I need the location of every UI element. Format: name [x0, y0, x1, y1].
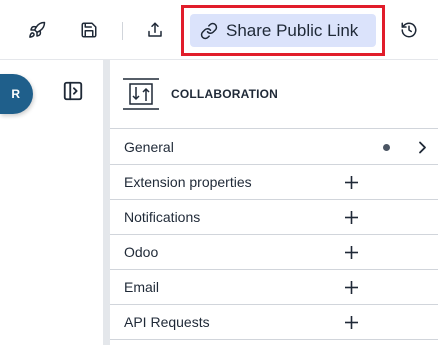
section-label: Email — [124, 279, 160, 295]
section-notifications[interactable]: Notifications — [110, 200, 438, 235]
panel-header: COLLABORATION — [110, 60, 438, 129]
toolbar-divider — [122, 22, 123, 40]
top-toolbar: Share Public Link — [0, 0, 438, 60]
panel-toggle-icon[interactable] — [62, 80, 84, 102]
plus-icon[interactable] — [345, 246, 358, 259]
share-public-link-button[interactable]: Share Public Link — [190, 14, 376, 47]
section-email[interactable]: Email — [110, 270, 438, 305]
status-dot-icon — [383, 144, 390, 151]
gateway-icon — [123, 78, 159, 110]
history-icon — [401, 22, 417, 38]
section-label: Notifications — [124, 209, 201, 225]
export-button[interactable] — [139, 14, 171, 46]
properties-panel: COLLABORATION General Extension properti… — [110, 60, 438, 345]
rocket-icon — [29, 21, 46, 38]
section-label: Extension properties — [124, 174, 252, 190]
section-extension-properties[interactable]: Extension properties — [110, 165, 438, 200]
avatar-initial: R — [11, 87, 20, 101]
panel-title: COLLABORATION — [171, 87, 279, 101]
section-odoo[interactable]: Odoo — [110, 235, 438, 270]
share-public-link-label: Share Public Link — [226, 20, 359, 40]
plus-icon[interactable] — [345, 281, 358, 294]
plus-icon[interactable] — [345, 316, 358, 329]
save-icon — [81, 22, 97, 38]
panel-separator[interactable] — [103, 60, 110, 345]
section-label: Odoo — [124, 244, 159, 260]
upload-icon — [148, 22, 162, 37]
share-link-highlight: Share Public Link — [181, 5, 385, 56]
chevron-right-icon — [419, 141, 426, 154]
section-general[interactable]: General — [110, 130, 438, 165]
avatar[interactable]: R — [0, 74, 33, 114]
plus-icon[interactable] — [345, 211, 358, 224]
rocket-button[interactable] — [21, 14, 53, 46]
section-label: General — [124, 139, 174, 155]
section-api-requests[interactable]: API Requests — [110, 305, 438, 340]
link-icon — [200, 22, 218, 39]
section-label: API Requests — [124, 314, 210, 330]
plus-icon[interactable] — [345, 176, 358, 189]
save-button[interactable] — [73, 14, 105, 46]
history-button[interactable] — [393, 14, 425, 46]
